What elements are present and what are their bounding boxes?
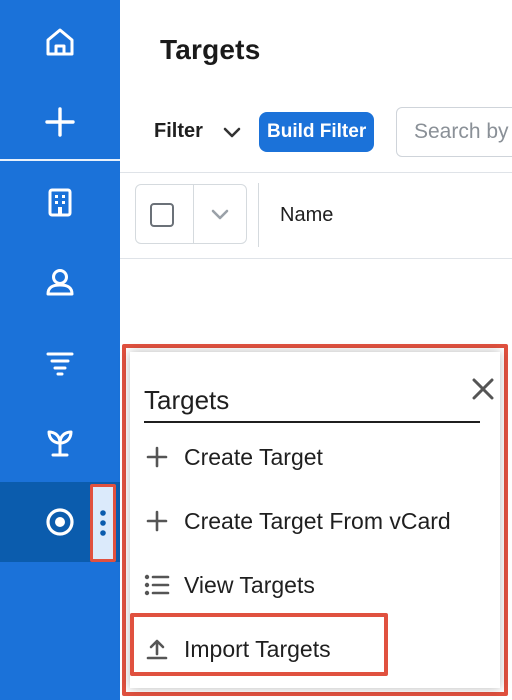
home-icon xyxy=(46,28,74,56)
select-all-control xyxy=(135,184,247,244)
target-icon xyxy=(46,508,74,536)
search-input[interactable]: Search by xyxy=(396,107,512,157)
sidebar-item-home[interactable] xyxy=(0,2,120,82)
chevron-down-icon[interactable] xyxy=(222,125,242,141)
table-divider xyxy=(120,258,512,259)
search-placeholder: Search by xyxy=(414,120,509,143)
sidebar-item-accounts[interactable] xyxy=(0,162,120,242)
build-filter-button[interactable]: Build Filter xyxy=(259,112,375,152)
sidebar-item-contacts[interactable] xyxy=(0,242,120,322)
sidebar-item-quick-create[interactable] xyxy=(0,82,120,162)
list-icon xyxy=(142,573,172,597)
page-title: Targets xyxy=(160,34,261,65)
building-icon xyxy=(48,188,72,217)
import-targets-highlight xyxy=(130,613,388,676)
header-divider xyxy=(120,172,512,173)
sidebar-item-leads[interactable] xyxy=(0,322,120,402)
menu-item-label: View Targets xyxy=(184,571,315,598)
menu-item-create-target[interactable]: Create Target xyxy=(140,435,500,479)
sidebar-divider xyxy=(0,159,120,161)
popup-title: Targets xyxy=(144,385,230,415)
filter-label[interactable]: Filter xyxy=(154,120,203,143)
select-all-checkbox[interactable] xyxy=(150,203,174,227)
plus-icon xyxy=(142,509,172,533)
plus-icon xyxy=(45,107,75,137)
contact-icon xyxy=(46,269,74,296)
menu-item-view-targets[interactable]: View Targets xyxy=(140,563,500,607)
menu-item-label: Create Target xyxy=(184,443,323,470)
column-divider xyxy=(258,183,259,247)
more-options-handle[interactable] xyxy=(90,484,116,562)
popup-title-underline xyxy=(144,421,480,423)
plus-icon xyxy=(142,445,172,469)
column-header-name[interactable]: Name xyxy=(280,204,333,227)
funnel-icon xyxy=(46,352,74,376)
menu-item-create-target-from-vcard[interactable]: Create Target From vCard xyxy=(140,499,500,543)
sidebar-item-opportunities[interactable] xyxy=(0,402,120,482)
menu-item-label: Create Target From vCard xyxy=(184,507,451,534)
select-split xyxy=(193,185,194,243)
sprout-icon xyxy=(47,430,73,457)
vertical-ellipsis-icon xyxy=(100,510,106,536)
chevron-down-icon[interactable] xyxy=(209,207,231,223)
close-icon[interactable] xyxy=(469,375,497,403)
sidebar xyxy=(0,0,120,700)
